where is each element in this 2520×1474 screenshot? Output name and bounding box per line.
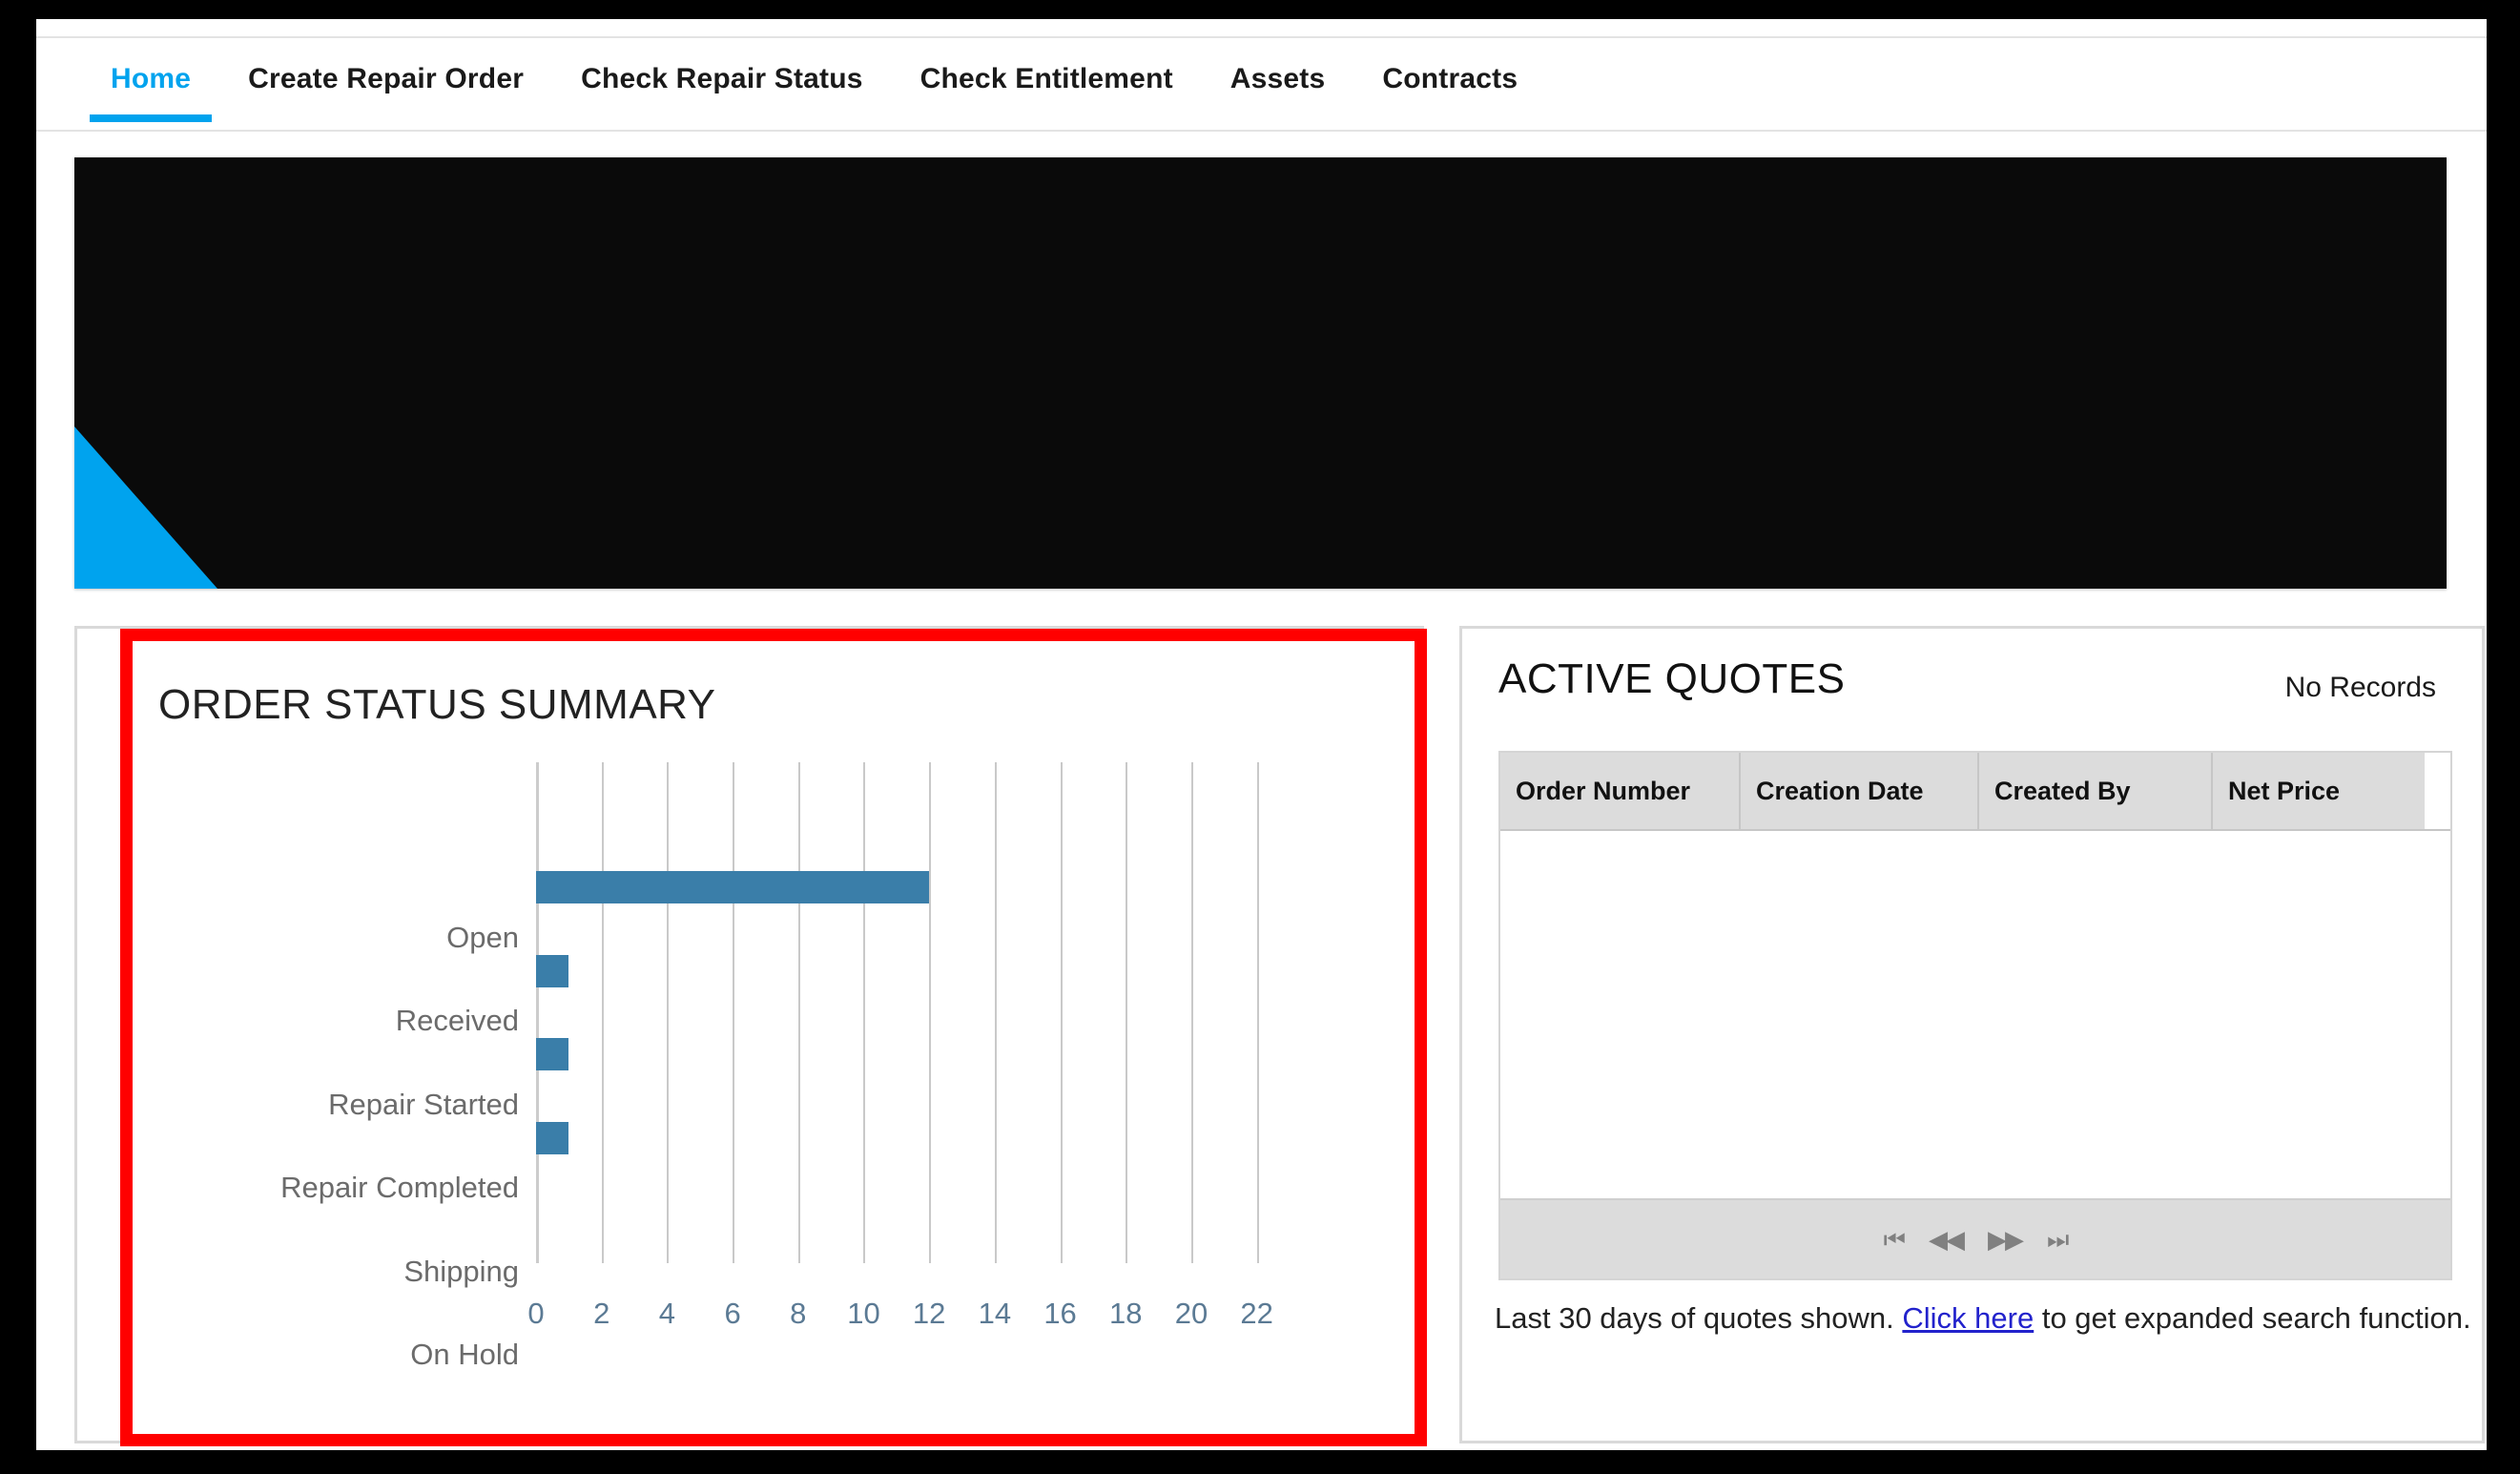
footnote-text-after: to get expanded search function. bbox=[2034, 1301, 2471, 1335]
nav-tab-check-repair-status[interactable]: Check Repair Status bbox=[552, 38, 892, 95]
hero-accent-wedge-icon bbox=[74, 426, 217, 589]
chart-gridline bbox=[667, 762, 670, 1263]
chart-x-tick-label: 18 bbox=[1109, 1297, 1143, 1330]
chart-x-tick-label: 10 bbox=[847, 1297, 880, 1330]
chart-gridline bbox=[1256, 762, 1259, 1263]
active-quotes-grid: Order Number Creation Date Created By Ne… bbox=[1498, 751, 2452, 1280]
active-quotes-grid-body bbox=[1500, 831, 2450, 1198]
nav-tab-create-repair-order[interactable]: Create Repair Order bbox=[219, 38, 552, 95]
hero-banner bbox=[74, 157, 2447, 589]
chart-gridline bbox=[863, 762, 866, 1263]
chart-gridline bbox=[1060, 762, 1063, 1263]
dashboard-cards: ORDER STATUS SUMMARY Open Received Repair … bbox=[74, 626, 2485, 1446]
chart-gridline bbox=[797, 762, 800, 1263]
nav-tab-assets[interactable]: Assets bbox=[1202, 38, 1354, 95]
chart-x-tick-label: 16 bbox=[1043, 1297, 1077, 1330]
active-quotes-footnote: Last 30 days of quotes shown. Click here… bbox=[1495, 1301, 2471, 1336]
nav-tab-check-entitlement[interactable]: Check Entitlement bbox=[892, 38, 1202, 95]
nav-tab-contracts-label: Contracts bbox=[1382, 63, 1518, 94]
column-header-creation-date[interactable]: Creation Date bbox=[1741, 753, 1979, 829]
chart-category-label: Repair Started bbox=[328, 1087, 519, 1121]
pager-previous-page-icon[interactable]: ◀◀ bbox=[1929, 1227, 1965, 1252]
nav-tab-create-repair-order-label: Create Repair Order bbox=[248, 63, 525, 94]
app-page: Home Create Repair Order Check Repair St… bbox=[36, 19, 2487, 1450]
chart-category-label: Open bbox=[446, 920, 519, 954]
chart-x-tick-label: 20 bbox=[1174, 1297, 1208, 1330]
chart-bar[interactable] bbox=[536, 1038, 569, 1071]
chart-x-tick-label: 6 bbox=[724, 1297, 741, 1330]
chart-x-tick-label: 14 bbox=[978, 1297, 1012, 1330]
nav-tab-home[interactable]: Home bbox=[82, 38, 219, 122]
chart-category-label: Received bbox=[395, 1004, 519, 1038]
chart-x-tick-label: 8 bbox=[790, 1297, 807, 1330]
chart-bar[interactable] bbox=[536, 871, 930, 904]
chart-category-label: On Hold bbox=[410, 1338, 519, 1372]
chart-gridline bbox=[994, 762, 997, 1263]
pager-next-page-icon[interactable]: ▶▶ bbox=[1988, 1227, 2024, 1252]
column-header-order-number[interactable]: Order Number bbox=[1500, 753, 1741, 829]
main-navigation: Home Create Repair Order Check Repair St… bbox=[36, 36, 2487, 132]
order-status-bar-chart: Open Received Repair Started Repair Complet… bbox=[77, 762, 1427, 1430]
chart-bar[interactable] bbox=[536, 1121, 569, 1154]
nav-tab-contracts[interactable]: Contracts bbox=[1353, 38, 1546, 95]
active-quotes-pager: ⏮ ◀◀ ▶▶ ⏭ bbox=[1500, 1198, 2450, 1278]
chart-gridline bbox=[601, 762, 604, 1263]
active-quotes-card: ACTIVE QUOTES No Records Order Number Cr… bbox=[1459, 626, 2485, 1443]
chart-x-tick-label: 22 bbox=[1240, 1297, 1273, 1330]
column-header-net-price[interactable]: Net Price bbox=[2213, 753, 2425, 829]
chart-category-label: Repair Completed bbox=[280, 1171, 519, 1205]
chart-category-label: Shipping bbox=[403, 1254, 519, 1288]
chart-gridline bbox=[1126, 762, 1128, 1263]
order-status-summary-title: ORDER STATUS SUMMARY bbox=[158, 681, 716, 728]
chart-gridline bbox=[733, 762, 735, 1263]
expanded-search-link[interactable]: Click here bbox=[1902, 1301, 2034, 1335]
chart-gridline bbox=[1190, 762, 1193, 1263]
nav-tab-check-repair-status-label: Check Repair Status bbox=[581, 63, 863, 94]
chart-x-tick-label: 4 bbox=[658, 1297, 676, 1330]
pager-last-page-icon[interactable]: ⏭ bbox=[2047, 1227, 2069, 1252]
active-quotes-title: ACTIVE QUOTES bbox=[1498, 655, 1846, 702]
column-header-created-by[interactable]: Created By bbox=[1979, 753, 2213, 829]
active-quotes-record-status: No Records bbox=[2284, 672, 2436, 703]
chart-gridline bbox=[929, 762, 932, 1263]
chart-bar[interactable] bbox=[536, 954, 569, 987]
chart-x-tick-label: 0 bbox=[527, 1297, 545, 1330]
chart-x-tick-label: 12 bbox=[912, 1297, 946, 1330]
order-status-summary-card: ORDER STATUS SUMMARY Open Received Repair … bbox=[74, 626, 1427, 1446]
nav-tab-assets-label: Assets bbox=[1229, 63, 1326, 94]
nav-tab-home-label: Home bbox=[111, 63, 192, 94]
footnote-text-before: Last 30 days of quotes shown. bbox=[1495, 1301, 1903, 1335]
column-header-filler bbox=[2425, 753, 2450, 829]
active-quotes-grid-header: Order Number Creation Date Created By Ne… bbox=[1500, 753, 2450, 831]
chart-x-tick-label: 2 bbox=[593, 1297, 610, 1330]
chart-plot-area bbox=[536, 762, 1290, 1263]
pager-first-page-icon[interactable]: ⏮ bbox=[1884, 1227, 1906, 1252]
chart-gridline bbox=[536, 762, 539, 1263]
nav-tab-check-entitlement-label: Check Entitlement bbox=[919, 63, 1173, 94]
nav-list: Home Create Repair Order Check Repair St… bbox=[36, 38, 2487, 130]
